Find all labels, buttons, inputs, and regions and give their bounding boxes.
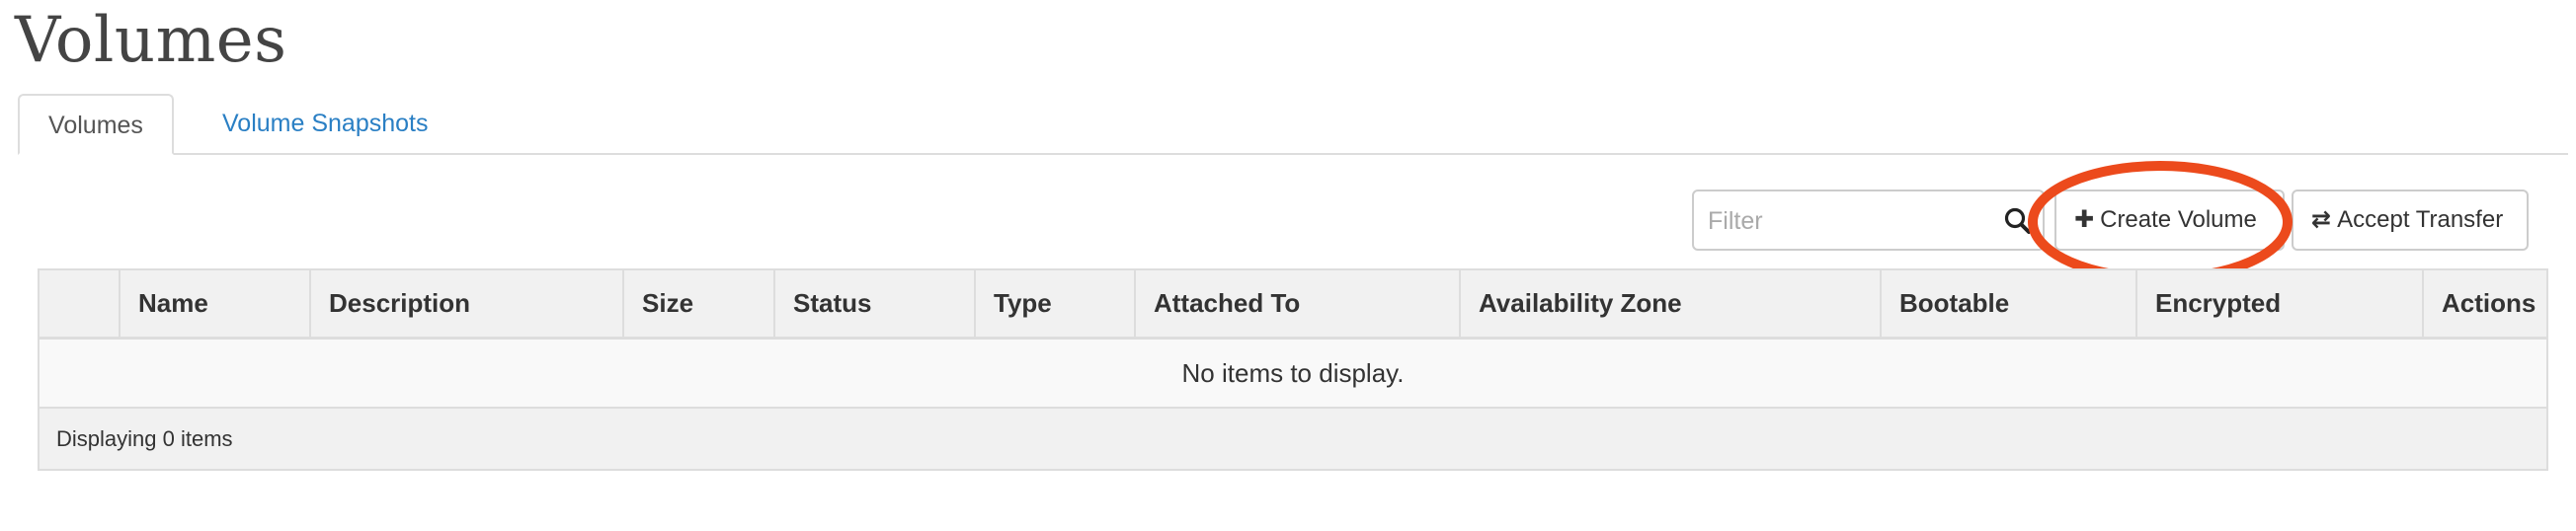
column-header-size[interactable]: Size bbox=[624, 270, 775, 337]
select-column-header bbox=[40, 270, 121, 337]
plus-icon: ✚ bbox=[2074, 206, 2095, 233]
accept-transfer-label: Accept Transfer bbox=[2337, 206, 2504, 233]
tab-volume-snapshots[interactable]: Volume Snapshots bbox=[194, 94, 456, 153]
filter-input[interactable] bbox=[1706, 201, 1986, 241]
tab-bar: Volumes Volume Snapshots bbox=[18, 94, 2568, 155]
column-header-status[interactable]: Status bbox=[775, 270, 976, 337]
exchange-icon: ⇄ bbox=[2311, 206, 2332, 233]
tab-volumes[interactable]: Volumes bbox=[18, 94, 174, 155]
column-header-type[interactable]: Type bbox=[976, 270, 1136, 337]
column-header-availability-zone[interactable]: Availability Zone bbox=[1461, 270, 1882, 337]
page-title: Volumes bbox=[15, 4, 287, 77]
column-header-description[interactable]: Description bbox=[311, 270, 624, 337]
search-icon[interactable] bbox=[2003, 206, 2033, 236]
column-header-name[interactable]: Name bbox=[121, 270, 311, 337]
create-volume-label: Create Volume bbox=[2100, 206, 2257, 233]
table-header: Name Description Size Status Type Attach… bbox=[40, 270, 2546, 340]
column-header-actions: Actions bbox=[2442, 288, 2536, 318]
volumes-page: Volumes Volumes Volume Snapshots ✚Create… bbox=[0, 0, 2576, 531]
column-header-attached-to[interactable]: Attached To bbox=[1136, 270, 1461, 337]
empty-table-message: No items to display. bbox=[40, 340, 2546, 409]
accept-transfer-button[interactable]: ⇄ Accept Transfer bbox=[2292, 190, 2529, 251]
column-header-bootable[interactable]: Bootable bbox=[1882, 270, 2137, 337]
volumes-table: Name Description Size Status Type Attach… bbox=[38, 268, 2548, 471]
column-header-encrypted[interactable]: Encrypted bbox=[2137, 270, 2424, 337]
table-footer-count: Displaying 0 items bbox=[40, 409, 2546, 469]
filter-field[interactable] bbox=[1692, 190, 2045, 251]
create-volume-button[interactable]: ✚ Create Volume bbox=[2054, 190, 2285, 251]
